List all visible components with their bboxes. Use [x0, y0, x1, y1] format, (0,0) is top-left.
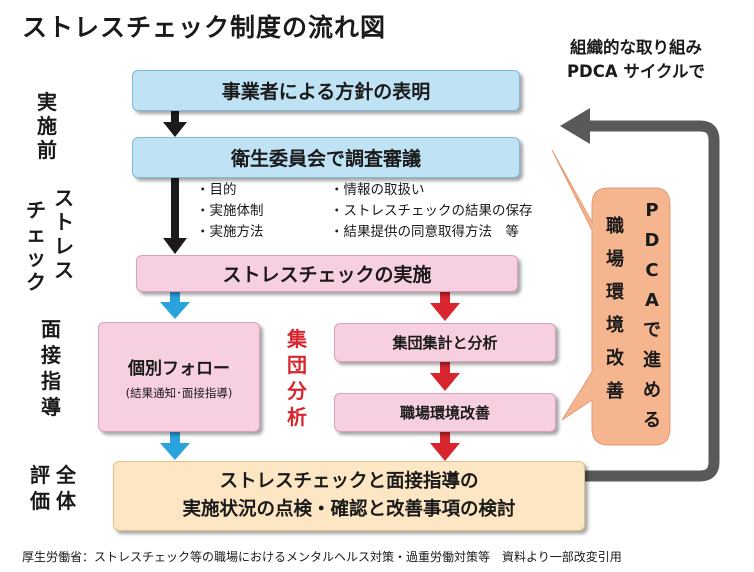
label-stress-col2: チェック — [26, 198, 46, 294]
source-footnote: 厚生労働省：ストレスチェック等の職場におけるメンタルヘルス対策・過重労働対策等 … — [22, 550, 622, 564]
group-analysis-label: 集団分析 — [287, 327, 307, 429]
label-stress-col1: ストレス — [54, 186, 74, 282]
arrow-implementation-to-group — [430, 303, 460, 321]
pdca-callout-col2: 職場環境改善 — [606, 216, 624, 402]
workplace-improvement-box: 職場環境改善 — [334, 393, 556, 432]
arrow-individual-to-final — [160, 443, 190, 460]
individual-followup-box: 個別フォロー (結果通知･面接指導) — [98, 322, 260, 432]
label-overall-col1: 全体 — [56, 463, 76, 513]
final-review-line2: 実施状況の点検・確認と改善事項の検討 — [182, 499, 516, 520]
arrow-workplace-to-final — [430, 443, 460, 461]
group-calc-box: 集団集計と分析 — [334, 323, 556, 362]
pdca-note: 組織的な取り組み PDCA サイクルで — [566, 38, 706, 81]
arrow-implementation-to-individual — [160, 302, 190, 319]
committee-box: 衛生委員会で調査審議 — [132, 137, 520, 178]
label-interview: 面接指導 — [41, 317, 61, 419]
policy-box: 事業者による方針の表明 — [132, 70, 520, 111]
label-overall-col2: 評価 — [30, 463, 50, 513]
pdca-loop-arrowhead — [560, 108, 590, 144]
deliberation-items-right: ・情報の取扱い ・ストレスチェックの結果の保存 ・結果提供の同意取得方法 等 — [330, 182, 533, 240]
arrow-policy-to-committee — [163, 122, 187, 137]
arrow-committee-to-implementation — [163, 238, 187, 254]
arrow-group-to-workplace — [430, 373, 460, 391]
individual-followup-subtitle: (結果通知･面接指導) — [125, 385, 233, 400]
final-review-box: ストレスチェックと面接指導の 実施状況の点検・確認と改善事項の検討 — [113, 461, 585, 531]
final-review-line1: ストレスチェックと面接指導の — [219, 471, 479, 492]
individual-followup-title: 個別フォロー — [128, 358, 230, 379]
deliberation-items-left: ・目的 ・実施体制 ・実施方法 — [196, 182, 264, 240]
implementation-box: ストレスチェックの実施 — [136, 255, 518, 292]
pdca-callout-col1: PDCAで進める — [643, 200, 661, 431]
label-pre-implementation: 実施前 — [37, 90, 57, 162]
